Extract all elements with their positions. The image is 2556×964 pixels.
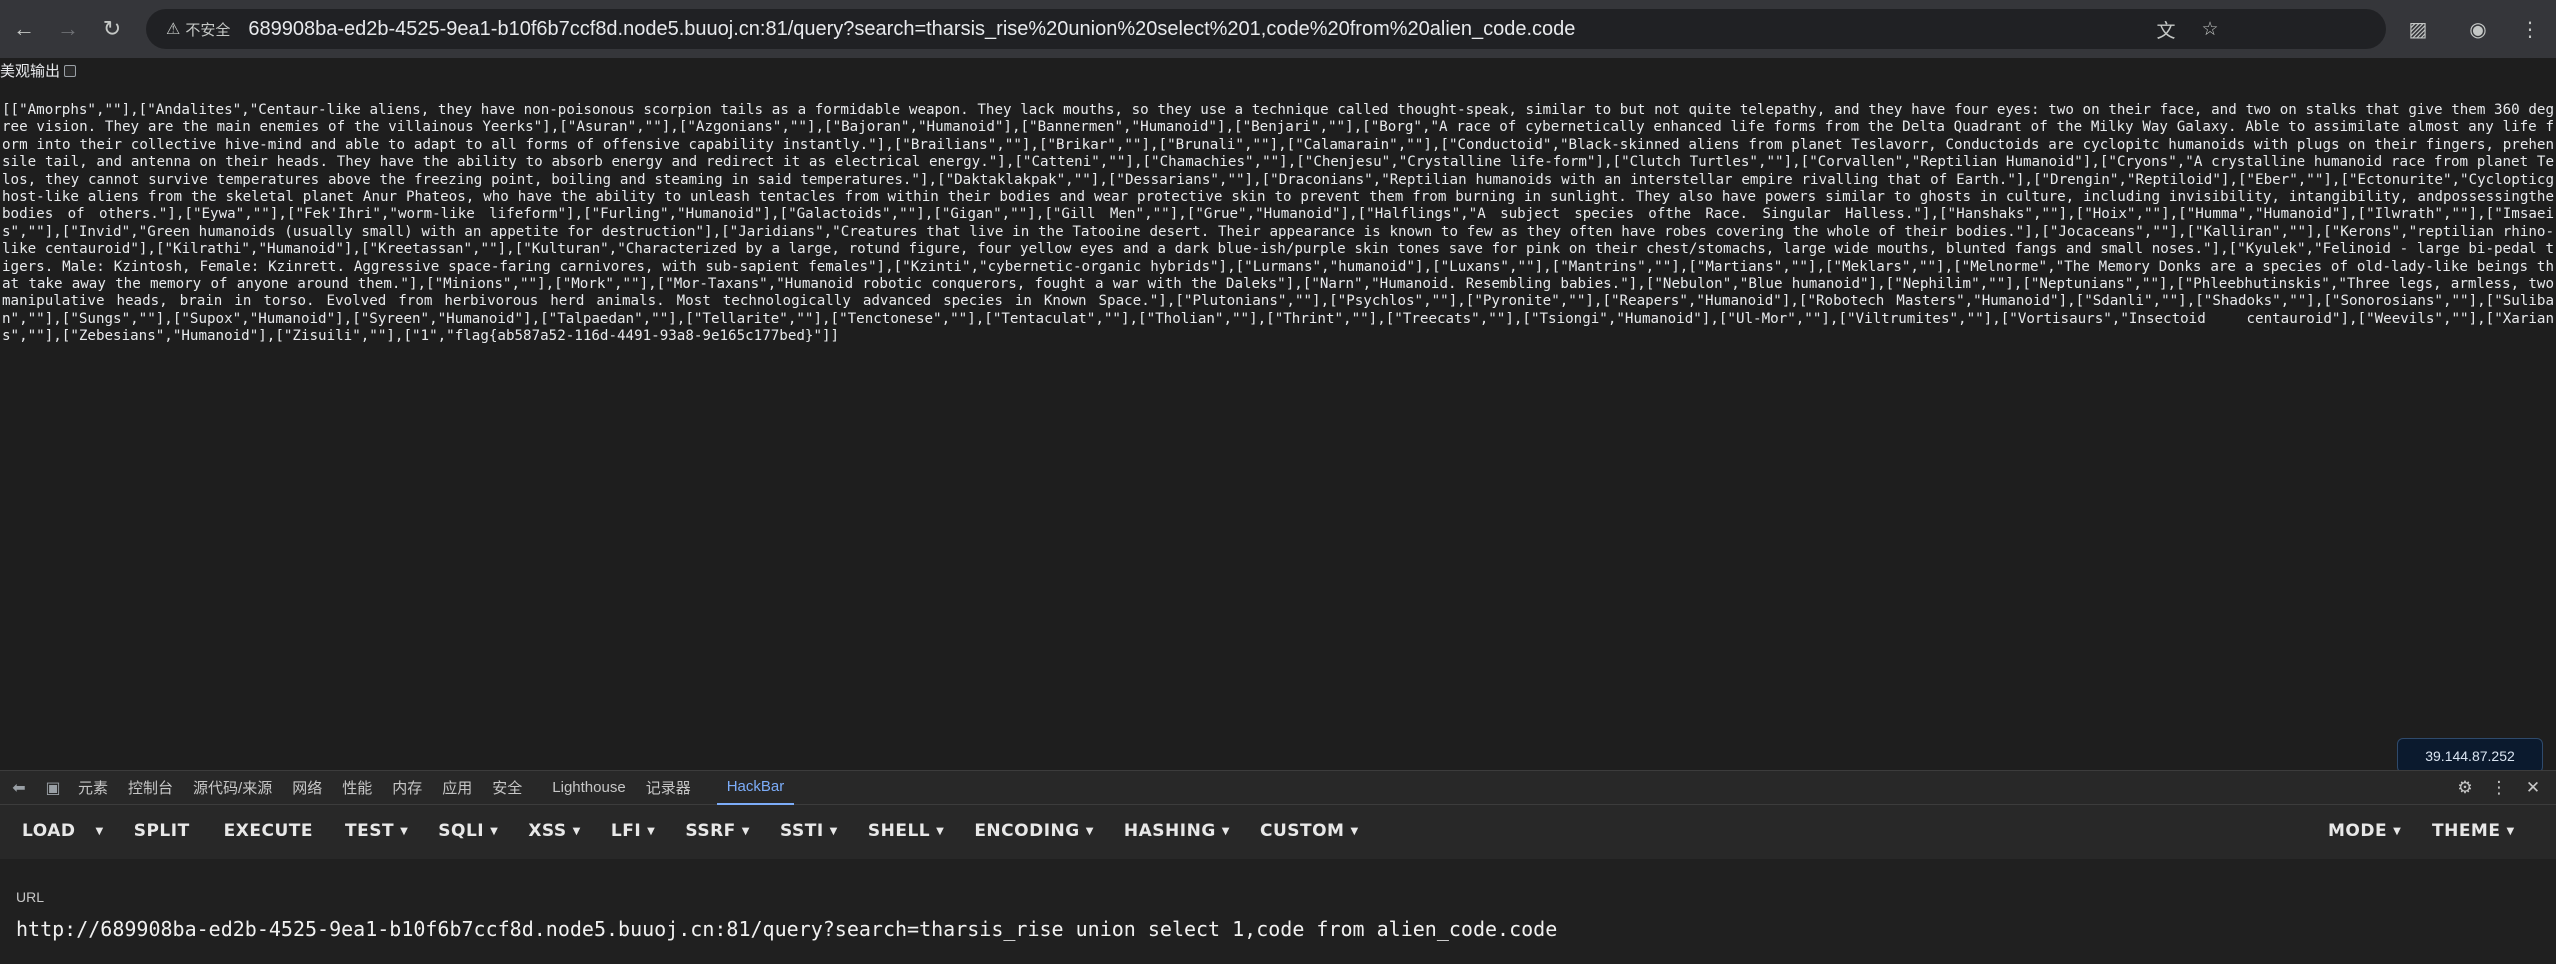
warning-icon: ⚠ — [166, 21, 181, 38]
chevron-down-icon: ▼ — [1221, 825, 1230, 837]
chevron-down-icon: ▼ — [1085, 825, 1094, 837]
hackbar-load[interactable]: LOAD ▼ — [0, 821, 104, 841]
hackbar-hashing[interactable]: HASHING ▼ — [1094, 821, 1230, 841]
hackbar-encoding[interactable]: ENCODING ▼ — [944, 821, 1094, 841]
reload-button[interactable]: ↻ — [92, 9, 132, 49]
chevron-down-icon: ▼ — [490, 825, 499, 837]
hackbar-ssti[interactable]: SSTI ▼ — [750, 821, 838, 841]
arrow-left-icon: ← — [13, 16, 35, 41]
chevron-down-icon: ▼ — [647, 825, 656, 837]
device-toggle-icon[interactable]: ▣ — [38, 773, 68, 803]
chevron-down-icon: ▼ — [829, 825, 838, 837]
hackbar-xss[interactable]: XSS ▼ — [498, 821, 581, 841]
pretty-print-toggle[interactable]: 美观输出 — [0, 60, 77, 81]
hackbar-split[interactable]: SPLIT — [104, 821, 190, 841]
hackbar-sqli[interactable]: SQLI ▼ — [408, 821, 498, 841]
tab-network[interactable]: 网络 — [282, 771, 332, 805]
translate-icon[interactable]: 文 — [2154, 17, 2178, 42]
security-chip[interactable]: ⚠ 不安全 — [160, 15, 240, 43]
chevron-down-icon: ▼ — [741, 825, 750, 837]
chevron-down-icon: ▼ — [2506, 825, 2515, 837]
hackbar-custom[interactable]: CUSTOM ▼ — [1230, 821, 1359, 841]
hackbar-theme[interactable]: THEME ▼ — [2410, 821, 2515, 841]
hackbar-url-label: URL — [16, 889, 45, 905]
tab-lighthouse[interactable]: Lighthouse — [542, 771, 635, 805]
tab-application[interactable]: 应用 — [432, 771, 482, 805]
star-icon[interactable]: ☆ — [2198, 17, 2222, 41]
hackbar-ssrf[interactable]: SSRF ▼ — [655, 821, 750, 841]
gear-icon[interactable]: ⚙ — [2452, 775, 2478, 801]
json-response: [["Amorphs",""],["Andalites","Centaur-li… — [2, 102, 2554, 345]
tab-sources[interactable]: 源代码/来源 — [183, 771, 282, 805]
kebab-menu-icon[interactable]: ⋮ — [2510, 9, 2550, 49]
reload-icon: ↻ — [102, 16, 122, 41]
tab-performance[interactable]: 性能 — [332, 771, 382, 805]
tab-console[interactable]: 控制台 — [118, 771, 183, 805]
close-icon[interactable]: ✕ — [2520, 775, 2546, 801]
chevron-down-icon: ▼ — [400, 825, 409, 837]
security-label: 不安全 — [185, 21, 231, 39]
ip-badge: 39.144.87.252 — [2397, 738, 2543, 773]
chevron-down-icon: ▼ — [2393, 825, 2402, 837]
forward-button[interactable]: → — [48, 9, 88, 49]
address-bar[interactable]: ⚠ 不安全 689908ba-ed2b-4525-9ea1-b10f6b7ccf… — [146, 9, 2386, 49]
hackbar-shell[interactable]: SHELL ▼ — [838, 821, 944, 841]
hackbar-url-area — [0, 859, 2556, 964]
inspect-icon[interactable]: ⬅ — [4, 773, 34, 803]
tab-elements[interactable]: 元素 — [68, 771, 118, 805]
arrow-right-icon: → — [57, 16, 79, 41]
tab-memory[interactable]: 内存 — [382, 771, 432, 805]
chevron-down-icon: ▼ — [1350, 825, 1359, 837]
tab-hackbar[interactable]: HackBar — [716, 771, 795, 805]
profile-icon[interactable]: ◉ — [2458, 9, 2498, 49]
hackbar-execute[interactable]: EXECUTE — [190, 821, 313, 841]
pretty-print-checkbox[interactable] — [64, 64, 77, 77]
hackbar-mode[interactable]: MODE ▼ — [2306, 821, 2401, 841]
hackbar-menu: LOAD ▼ SPLIT EXECUTE TEST ▼ SQLI ▼ XSS ▼ LFI… — [0, 806, 2556, 856]
pretty-print-label: 美观输出 — [0, 63, 61, 80]
browser-toolbar: ← → ↻ ⚠ 不安全 689908ba-ed2b-4525-9ea1-b10f… — [0, 0, 2556, 58]
puzzle-icon[interactable]: ▨ — [2398, 9, 2438, 49]
address-url[interactable]: 689908ba-ed2b-4525-9ea1-b10f6b7ccf8d.nod… — [248, 18, 1575, 41]
page-content: 美观输出 [["Amorphs",""],["Andalites","Centa… — [0, 58, 2556, 770]
hackbar-lfi[interactable]: LFI ▼ — [581, 821, 655, 841]
devtools-kebab-icon[interactable]: ⋮ — [2486, 775, 2512, 801]
back-button[interactable]: ← — [4, 9, 44, 49]
devtools-panel: ⬅ ▣ 元素 控制台 源代码/来源 网络 性能 内存 应用 安全 Lightho… — [0, 770, 2556, 964]
tab-recorder[interactable]: 记录器 — [636, 771, 701, 805]
tab-security[interactable]: 安全 — [482, 771, 532, 805]
hackbar-test[interactable]: TEST ▼ — [313, 821, 408, 841]
chevron-down-icon: ▼ — [95, 825, 104, 837]
chevron-down-icon: ▼ — [936, 825, 945, 837]
chevron-down-icon: ▼ — [572, 825, 581, 837]
devtools-tabbar: ⬅ ▣ 元素 控制台 源代码/来源 网络 性能 内存 应用 安全 Lightho… — [0, 771, 2556, 805]
hackbar-url-input[interactable]: http://689908ba-ed2b-4525-9ea1-b10f6b7cc… — [16, 917, 1557, 941]
